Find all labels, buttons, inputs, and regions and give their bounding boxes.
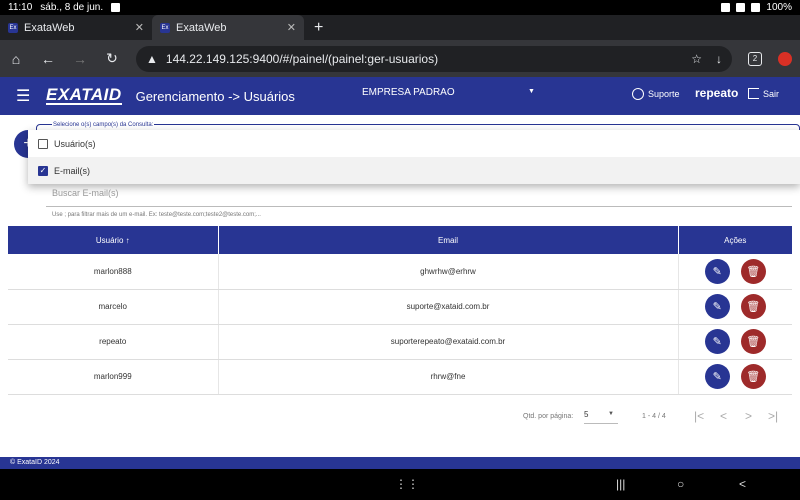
page-size-select[interactable]: 5 ▼	[584, 410, 618, 424]
logout-icon	[748, 88, 759, 99]
delete-icon[interactable]: 🗑	[740, 294, 766, 319]
home-icon[interactable]: ⌂	[8, 51, 24, 67]
system-status-bar: 11:10 sáb., 8 de jun. 100%	[0, 0, 800, 15]
cell-email: rhrw@fne	[218, 359, 679, 395]
page-range: 1 - 4 / 4	[642, 413, 666, 420]
download-icon[interactable]: ↓	[716, 52, 722, 66]
check-icon	[111, 3, 121, 12]
search-input[interactable]	[52, 186, 772, 200]
browser-toolbar: ⌂ ← → ↻ ▲ 144.22.149.125:9400/#/painel/(…	[0, 40, 800, 77]
system-nav-bar: ⋮⋮ ||| ○ <	[0, 469, 800, 500]
page-size-label: Qtd. por página:	[523, 413, 574, 420]
close-icon[interactable]: ✕	[287, 21, 296, 34]
app-header: ☰ EXATAID Gerenciamento -> Usuários EMPR…	[0, 77, 800, 115]
cell-user: marcelo	[8, 289, 219, 325]
users-table: Usuário ↑ Email Ações marlon888 ghwrhw@e…	[8, 226, 792, 395]
close-icon[interactable]: ✕	[135, 21, 144, 34]
company-select[interactable]: EMPRESA PADRAO	[362, 87, 455, 98]
clock: 11:10	[8, 2, 33, 13]
search-underline	[46, 206, 792, 207]
cell-email: suporterepeato@exataid.com.br	[218, 324, 679, 360]
mute-icon	[736, 3, 746, 12]
whatsapp-icon	[632, 88, 644, 100]
back-icon[interactable]: ←	[40, 51, 56, 67]
reload-icon[interactable]: ↻	[104, 50, 120, 67]
column-header-actions: Ações	[678, 226, 792, 254]
logo: EXATAID	[46, 85, 122, 105]
tab-switcher-button[interactable]: 2	[748, 51, 762, 66]
back-chevron-icon[interactable]: <	[739, 477, 746, 491]
browser-tab-active[interactable]: Ex ExataWeb ✕	[152, 15, 304, 40]
previous-page-icon[interactable]: <	[720, 409, 727, 423]
vibrate-icon	[721, 3, 731, 12]
column-header-email: Email	[218, 226, 679, 254]
field-select-dropdown: Usuário(s) ✓ E-mail(s)	[28, 130, 800, 184]
search-hint: Use ; para filtrar mais de um e-mail. Ex…	[52, 212, 261, 218]
checkbox-checked[interactable]: ✓	[38, 165, 48, 176]
option-emails[interactable]: ✓ E-mail(s)	[28, 157, 800, 184]
support-link[interactable]: Suporte	[632, 88, 680, 100]
edit-icon[interactable]: ✎	[704, 329, 730, 354]
table-row: marlon999 rhrw@fne ✎ 🗑	[8, 359, 792, 395]
edit-icon[interactable]: ✎	[704, 294, 730, 319]
first-page-icon[interactable]: |<	[694, 409, 704, 423]
recents-icon[interactable]: |||	[616, 477, 625, 491]
warning-icon[interactable]: ▲	[146, 52, 158, 66]
cell-actions: ✎ 🗑	[678, 324, 792, 360]
delete-icon[interactable]: 🗑	[740, 329, 766, 354]
cell-actions: ✎ 🗑	[678, 359, 792, 395]
chevron-down-icon: ▼	[608, 411, 614, 417]
next-page-icon[interactable]: >	[745, 409, 752, 423]
menu-icon[interactable]: ☰	[16, 86, 36, 106]
favicon-icon: Ex	[160, 22, 170, 33]
edit-icon[interactable]: ✎	[704, 364, 730, 389]
home-circle-icon[interactable]: ○	[677, 477, 684, 491]
sort-arrow-icon[interactable]: ↑	[126, 236, 130, 245]
favicon-icon: Ex	[8, 22, 18, 33]
cell-user: marlon999	[8, 359, 219, 395]
cell-email: ghwrhw@erhrw	[218, 254, 679, 290]
tab-title: ExataWeb	[24, 21, 75, 34]
table-row: marcelo suporte@xataid.com.br ✎ 🗑	[8, 289, 792, 325]
new-tab-icon[interactable]: +	[314, 19, 323, 37]
page-title: Gerenciamento -> Usuários	[135, 88, 295, 104]
browser-tab-strip: Ex ExataWeb ✕ Ex ExataWeb ✕ +	[0, 15, 800, 40]
date: sáb., 8 de jun.	[40, 2, 104, 13]
url-text: 144.22.149.125:9400/#/painel/(painel:ger…	[165, 51, 439, 66]
option-usuarios[interactable]: Usuário(s)	[28, 130, 800, 157]
paginator: Qtd. por página: 5 ▼ 1 - 4 / 4 |< < > >|	[0, 405, 800, 431]
cell-actions: ✎ 🗑	[678, 289, 792, 325]
browser-tab[interactable]: Ex ExataWeb ✕	[0, 15, 152, 40]
column-header-user[interactable]: Usuário ↑	[8, 226, 219, 254]
address-bar[interactable]: ▲ 144.22.149.125:9400/#/painel/(painel:g…	[136, 45, 732, 72]
tab-title: ExataWeb	[176, 21, 227, 34]
footer: © ExataID 2024	[0, 457, 800, 469]
checkbox[interactable]	[38, 138, 48, 149]
delete-icon[interactable]: 🗑	[740, 258, 766, 284]
table-row: repeato suporterepeato@exataid.com.br ✎ 🗑	[8, 324, 792, 360]
cell-email: suporte@xataid.com.br	[218, 289, 679, 325]
last-page-icon[interactable]: >|	[768, 409, 778, 423]
username: repeato	[695, 86, 739, 100]
cell-user: marlon888	[8, 254, 219, 290]
cell-user: repeato	[8, 324, 219, 360]
forward-icon[interactable]: →	[72, 51, 88, 67]
chevron-down-icon[interactable]: ▼	[528, 88, 535, 95]
apps-grid-icon[interactable]: ⋮⋮	[395, 477, 419, 491]
battery-level: 100%	[766, 2, 792, 13]
cell-actions: ✎ 🗑	[678, 254, 792, 290]
edit-icon[interactable]: ✎	[704, 258, 730, 284]
field-select-label: Selecione o(s) campo(s) da Consulta:	[52, 122, 155, 128]
wifi-icon	[751, 3, 761, 12]
table-row: marlon888 ghwrhw@erhrw ✎ 🗑	[8, 254, 792, 290]
logout-button[interactable]: Sair	[748, 88, 779, 99]
bookmark-star-icon[interactable]: ☆	[691, 52, 702, 66]
delete-icon[interactable]: 🗑	[740, 364, 766, 389]
extension-icon[interactable]	[778, 51, 792, 66]
